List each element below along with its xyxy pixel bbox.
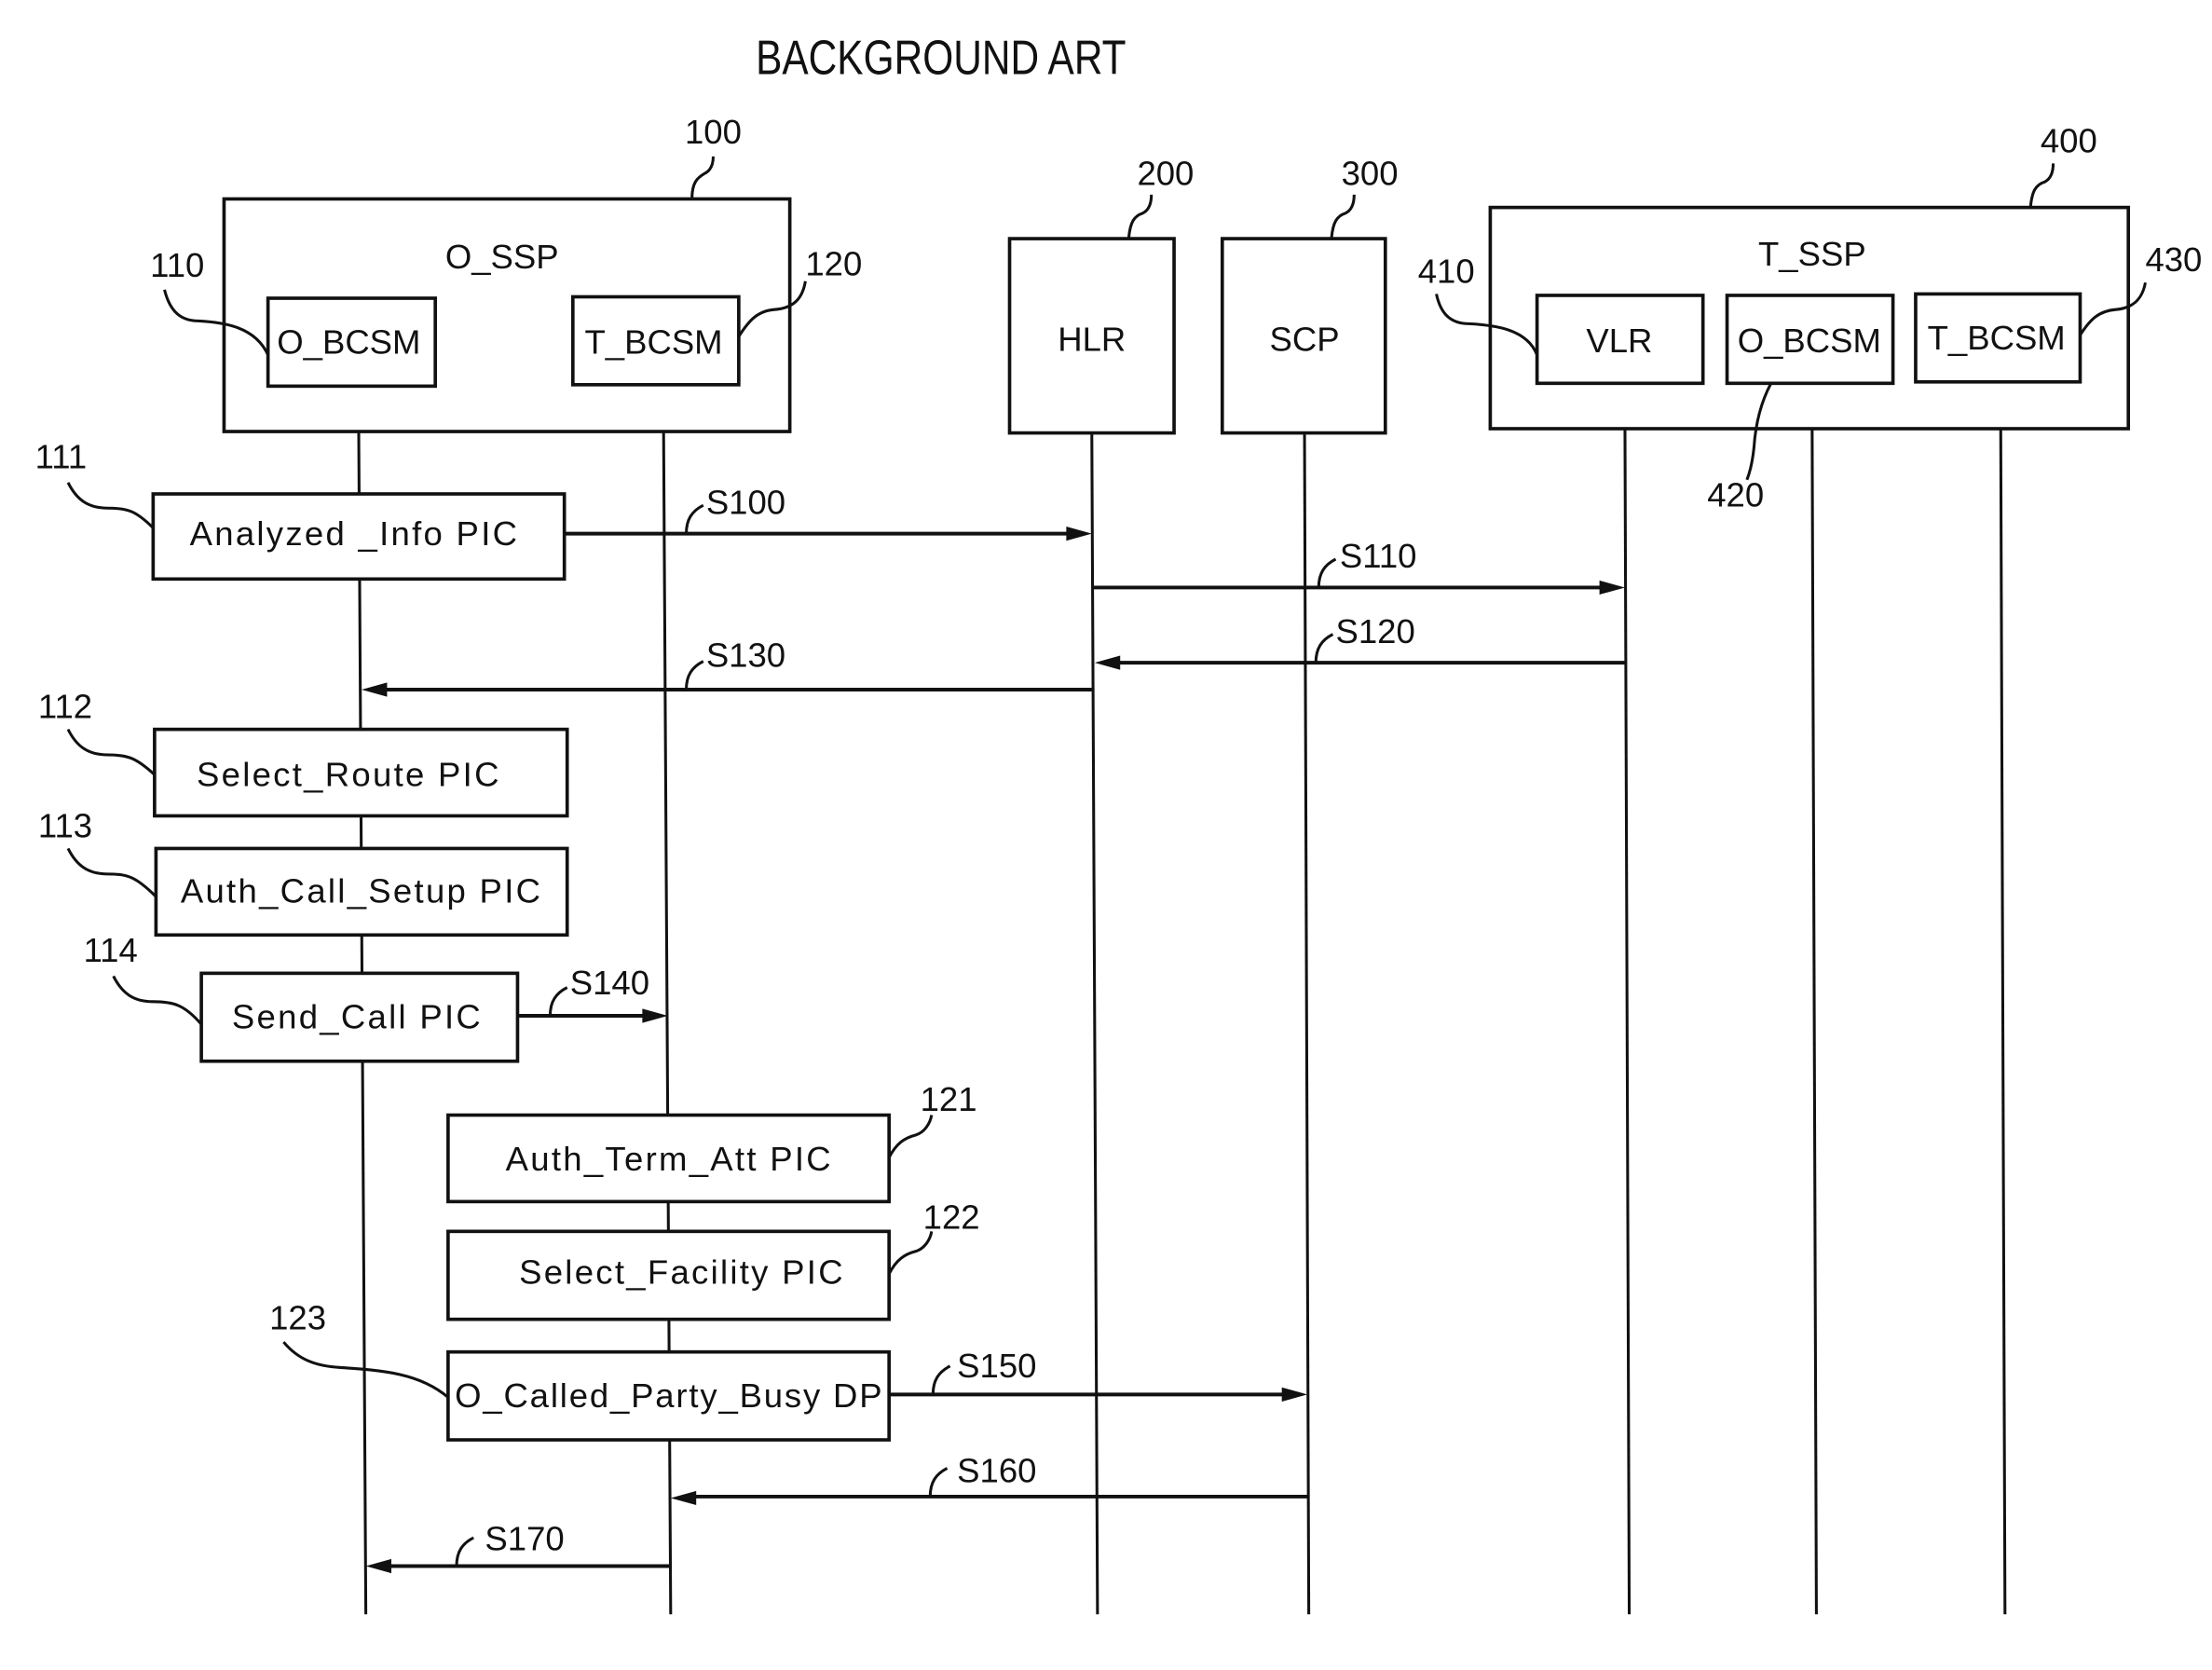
message-s160: S160	[670, 1452, 1308, 1506]
ref-120: 120	[805, 245, 862, 283]
message-s120: S120	[1094, 612, 1625, 670]
message-s150: S150	[889, 1347, 1308, 1402]
t-bcsm-label: T_BCSM	[584, 322, 722, 361]
leader-100	[690, 156, 715, 199]
ref-114: 114	[84, 931, 138, 969]
arrowhead-s110	[1599, 580, 1625, 595]
o-bcsm-label: O_BCSM	[277, 322, 420, 361]
lifeline-vlr	[1623, 429, 1632, 1615]
arrowhead-s120	[1094, 655, 1121, 670]
message-s100: S100	[564, 483, 1092, 541]
arrowhead-s150	[1281, 1387, 1308, 1402]
ref-400: 400	[2041, 121, 2097, 159]
leader-112	[66, 728, 156, 776]
label-s110: S110	[1340, 537, 1417, 575]
leader-114	[112, 975, 203, 1026]
label-s170: S170	[485, 1520, 564, 1558]
ref-112: 112	[38, 687, 92, 725]
state-select-route-label: Select_Route PIC	[197, 755, 501, 793]
label-s120: S120	[1336, 612, 1415, 650]
arrowhead-s170	[365, 1558, 392, 1574]
ref-111: 111	[35, 438, 88, 476]
label-s130: S130	[706, 637, 785, 675]
ref-410: 410	[1418, 252, 1475, 290]
state-analyzed-info-label: Analyzed _Info PIC	[190, 514, 520, 553]
t-ssp-o-bcsm-label: O_BCSM	[1738, 322, 1881, 360]
state-o-called-party-busy-label: O_Called_Party_Busy DP	[455, 1376, 883, 1415]
ref-300: 300	[1342, 154, 1399, 192]
ref-420: 420	[1707, 476, 1764, 514]
ref-100: 100	[685, 113, 742, 151]
t-ssp-t-bcsm-label: T_BCSM	[1928, 319, 2066, 357]
ref-110: 110	[150, 246, 204, 284]
leader-113	[66, 847, 157, 898]
leader-111	[66, 482, 155, 529]
state-auth-term-att-label: Auth_Term_Att PIC	[506, 1140, 833, 1178]
leader-200	[1126, 194, 1154, 240]
arrowhead-s140	[642, 1008, 668, 1023]
lifeline-hlr	[1090, 434, 1099, 1615]
t-ssp-label: T_SSP	[1758, 235, 1866, 273]
message-s110: S110	[1091, 537, 1625, 595]
state-select-facility-label: Select_Facility PIC	[519, 1253, 845, 1292]
label-s100: S100	[706, 483, 785, 521]
lifeline-scp	[1303, 434, 1311, 1615]
arrowhead-s160	[670, 1490, 697, 1506]
ref-430: 430	[2145, 240, 2202, 279]
leader-400	[2028, 163, 2055, 208]
arrowhead-s130	[362, 682, 388, 697]
vlr-label: VLR	[1586, 322, 1652, 360]
arrowhead-s100	[1066, 527, 1092, 541]
leader-300	[1330, 194, 1356, 240]
ref-123: 123	[269, 1298, 326, 1336]
message-s130: S130	[362, 637, 1092, 697]
ref-200-label: 200	[1137, 154, 1194, 192]
label-s160: S160	[957, 1452, 1036, 1490]
state-auth-call-setup-label: Auth_Call_Setup PIC	[181, 871, 542, 910]
message-s170: S170	[365, 1520, 670, 1574]
message-s140: S140	[517, 964, 668, 1023]
state-send-call-label: Send_Call PIC	[232, 998, 483, 1036]
leader-122	[887, 1231, 934, 1275]
lifeline-t-ssp-o-bcsm	[1810, 429, 1818, 1615]
scp-label: SCP	[1270, 320, 1340, 358]
lifeline-t-ssp-t-bcsm	[1999, 429, 2007, 1615]
call-flow-diagram: BACKGROUND ART O_SSP 100 O_BCSM 110 T_BC…	[35, 32, 2202, 1615]
label-s140: S140	[570, 964, 649, 1002]
o-ssp-label: O_SSP	[445, 238, 559, 276]
diagram-title: BACKGROUND ART	[756, 32, 1126, 86]
ref-122: 122	[923, 1198, 980, 1236]
label-s150: S150	[957, 1347, 1036, 1385]
leader-121	[887, 1115, 934, 1158]
ref-121: 121	[921, 1080, 977, 1118]
hlr-label: HLR	[1058, 320, 1126, 358]
leader-s130	[685, 660, 704, 691]
ref-113: 113	[38, 806, 92, 844]
